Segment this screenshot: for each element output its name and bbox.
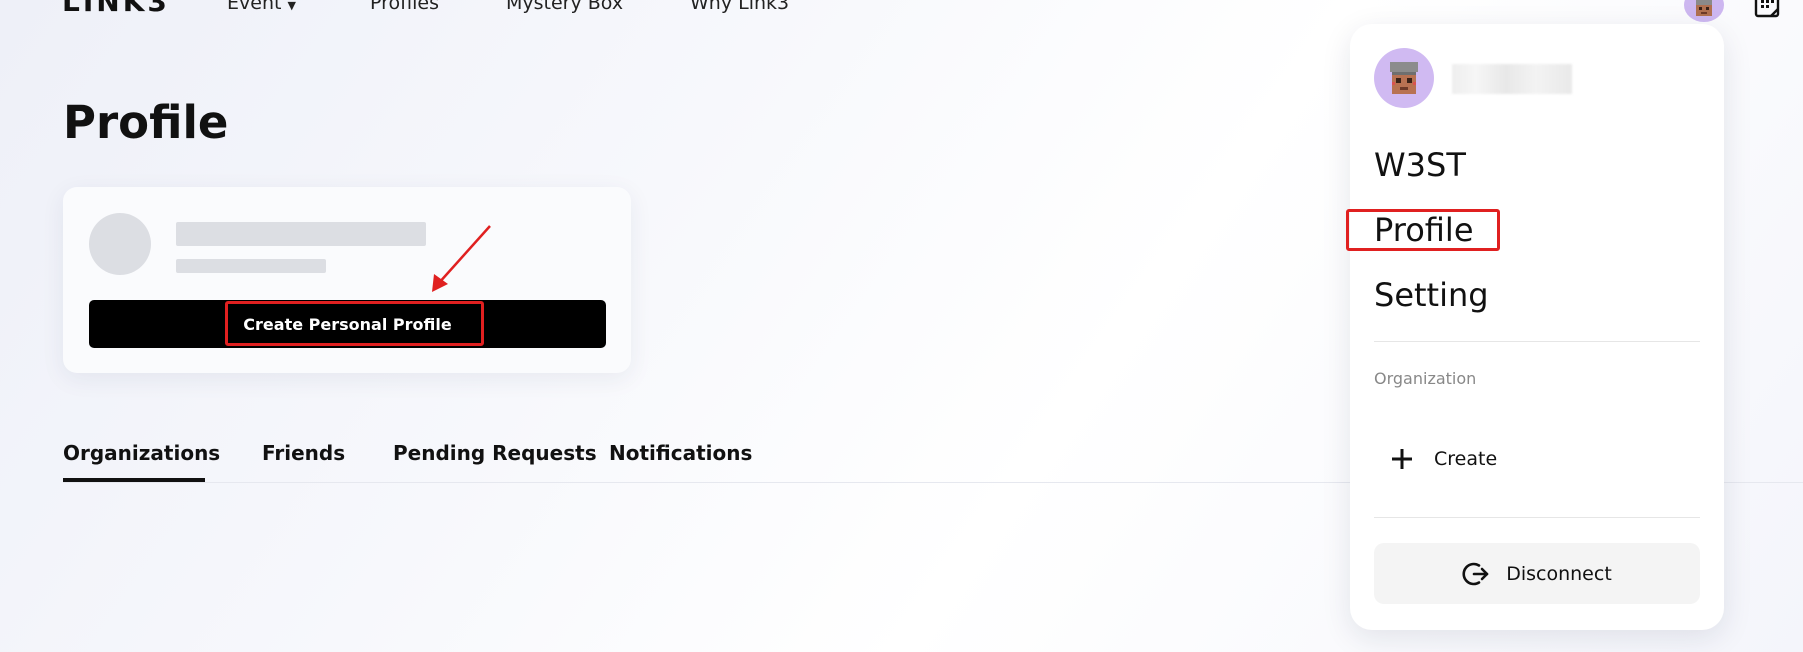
divider — [1374, 341, 1700, 342]
nav-item-event-label: Event — [227, 0, 282, 14]
menu-item-setting[interactable]: Setting — [1374, 275, 1489, 315]
nav-item-mystery-box[interactable]: Mystery Box — [506, 0, 623, 13]
avatar — [1374, 48, 1434, 108]
tab-organizations[interactable]: Organizations — [63, 438, 220, 468]
logo[interactable]: LINK3 — [62, 0, 170, 16]
account-dropdown-menu: W3ST Profile Setting Organization Create… — [1346, 24, 1724, 630]
tab-pending-requests[interactable]: Pending Requests — [393, 438, 597, 468]
tab-friends[interactable]: Friends — [262, 438, 345, 468]
tab-notifications[interactable]: Notifications — [609, 438, 752, 468]
plus-icon — [1392, 449, 1412, 469]
user-avatar-button[interactable] — [1684, 0, 1724, 22]
menu-item-w3st[interactable]: W3ST — [1374, 145, 1466, 185]
disconnect-button[interactable]: Disconnect — [1374, 543, 1700, 604]
create-personal-profile-button[interactable]: Create Personal Profile — [89, 300, 606, 348]
document-grid-icon[interactable] — [1754, 0, 1782, 20]
organization-section-label: Organization — [1374, 369, 1477, 388]
nav-item-event[interactable]: Event ▼ — [227, 0, 296, 16]
name-placeholder — [176, 222, 426, 246]
divider — [1374, 517, 1700, 518]
page-title: Profile — [63, 96, 229, 149]
nav-item-why-link3[interactable]: Why Link3 — [690, 0, 789, 13]
create-organization-button[interactable]: Create — [1390, 442, 1497, 476]
username-redacted — [1452, 64, 1572, 94]
profile-card: Create Personal Profile — [63, 187, 631, 373]
tab-bar: Organizations Friends Pending Requests N… — [63, 438, 1563, 484]
pixel-avatar-icon — [1696, 0, 1712, 16]
subtitle-placeholder — [176, 259, 326, 273]
pixel-avatar-icon — [1390, 62, 1418, 94]
disconnect-label: Disconnect — [1506, 562, 1612, 585]
nav-item-profiles[interactable]: Profiles — [370, 0, 439, 13]
logout-icon — [1462, 562, 1489, 585]
menu-item-profile[interactable]: Profile — [1374, 210, 1474, 250]
annotation-arrow-icon — [432, 225, 491, 292]
avatar-placeholder — [89, 213, 151, 275]
create-label: Create — [1434, 448, 1498, 470]
top-navigation: LINK3 Event ▼ Profiles Mystery Box Why Li… — [0, 0, 1803, 22]
chevron-down-icon: ▼ — [287, 0, 296, 12]
